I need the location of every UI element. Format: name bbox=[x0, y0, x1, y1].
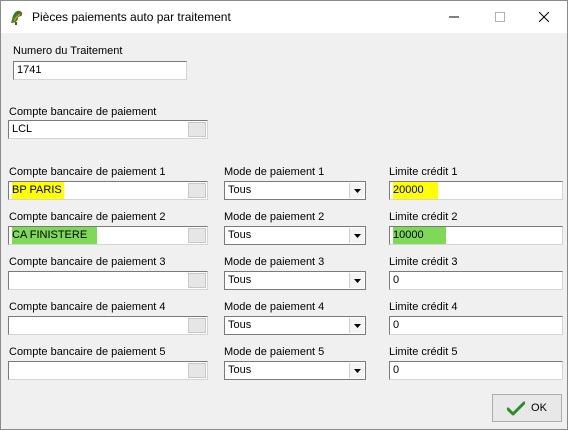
limite-2-label: Limite crédit 2 bbox=[389, 211, 458, 223]
maximize-icon bbox=[495, 12, 505, 22]
compte-4-label: Compte bancaire de paiement 4 bbox=[9, 301, 166, 313]
traitement-label: Numero du Traitement bbox=[13, 45, 123, 57]
close-icon bbox=[539, 12, 549, 22]
title-bar: Pièces paiements auto par traitement bbox=[1, 1, 567, 33]
mode-2-select[interactable]: Tous bbox=[224, 226, 366, 245]
compte-3-lookup-button[interactable] bbox=[188, 273, 206, 288]
chevron-down-icon bbox=[353, 233, 361, 238]
limite-1-input[interactable]: 20000 bbox=[389, 181, 563, 200]
tree-dragon-icon bbox=[11, 10, 23, 25]
compte-4-lookup-button[interactable] bbox=[188, 318, 206, 333]
limite-1-label: Limite crédit 1 bbox=[389, 166, 458, 178]
compte-5-input[interactable] bbox=[8, 361, 208, 380]
mode-5-value: Tous bbox=[228, 364, 252, 376]
compte-2-input[interactable]: CA FINISTERE bbox=[8, 226, 208, 245]
mode-5-dropdown-button[interactable] bbox=[349, 363, 364, 378]
compte-principal-label: Compte bancaire de paiement bbox=[9, 106, 157, 118]
maximize-button[interactable] bbox=[477, 1, 523, 33]
compte-2-label: Compte bancaire de paiement 2 bbox=[9, 211, 166, 223]
ok-button[interactable]: OK bbox=[492, 394, 562, 422]
limite-4-value: 0 bbox=[393, 319, 400, 331]
mode-2-value: Tous bbox=[228, 229, 252, 241]
limite-5-value: 0 bbox=[393, 364, 400, 376]
mode-4-label: Mode de paiement 4 bbox=[224, 301, 325, 313]
window-title: Pièces paiements auto par traitement bbox=[32, 10, 231, 24]
mode-4-value: Tous bbox=[228, 319, 252, 331]
compte-5-lookup-button[interactable] bbox=[188, 363, 206, 378]
mode-5-label: Mode de paiement 5 bbox=[224, 346, 325, 358]
limite-1-value: 20000 bbox=[393, 182, 438, 199]
compte-1-label: Compte bancaire de paiement 1 bbox=[9, 166, 166, 178]
compte-1-lookup-button[interactable] bbox=[188, 183, 206, 198]
compte-principal-input[interactable]: LCL bbox=[8, 120, 208, 139]
close-button[interactable] bbox=[521, 1, 567, 33]
limite-3-label: Limite crédit 3 bbox=[389, 256, 458, 268]
limite-2-value: 10000 bbox=[393, 227, 446, 244]
compte-3-input[interactable] bbox=[8, 271, 208, 290]
mode-2-dropdown-button[interactable] bbox=[349, 228, 364, 243]
mode-3-label: Mode de paiement 3 bbox=[224, 256, 325, 268]
compte-4-input[interactable] bbox=[8, 316, 208, 335]
limite-4-input[interactable]: 0 bbox=[389, 316, 563, 335]
compte-principal-value: LCL bbox=[12, 123, 33, 135]
compte-2-value: CA FINISTERE bbox=[12, 227, 98, 244]
mode-1-value: Tous bbox=[228, 184, 252, 196]
mode-1-select[interactable]: Tous bbox=[224, 181, 366, 200]
traitement-input[interactable]: 1741 bbox=[13, 61, 187, 80]
mode-1-dropdown-button[interactable] bbox=[349, 183, 364, 198]
minimize-icon bbox=[449, 16, 459, 18]
chevron-down-icon bbox=[353, 278, 361, 283]
mode-3-dropdown-button[interactable] bbox=[349, 273, 364, 288]
chevron-down-icon bbox=[353, 323, 361, 328]
compte-5-label: Compte bancaire de paiement 5 bbox=[9, 346, 166, 358]
mode-3-value: Tous bbox=[228, 274, 252, 286]
ok-button-label: OK bbox=[531, 402, 547, 414]
mode-5-select[interactable]: Tous bbox=[224, 361, 366, 380]
compte-3-label: Compte bancaire de paiement 3 bbox=[9, 256, 166, 268]
compte-principal-lookup-button[interactable] bbox=[188, 122, 206, 137]
limite-5-input[interactable]: 0 bbox=[389, 361, 563, 380]
mode-1-label: Mode de paiement 1 bbox=[224, 166, 325, 178]
chevron-down-icon bbox=[353, 368, 361, 373]
limite-3-value: 0 bbox=[393, 274, 400, 286]
mode-3-select[interactable]: Tous bbox=[224, 271, 366, 290]
limite-4-label: Limite crédit 4 bbox=[389, 301, 458, 313]
compte-1-value: BP PARIS bbox=[12, 182, 64, 199]
mode-4-dropdown-button[interactable] bbox=[349, 318, 364, 333]
compte-2-lookup-button[interactable] bbox=[188, 228, 206, 243]
chevron-down-icon bbox=[353, 188, 361, 193]
dialog-window: Pièces paiements auto par traitement Num… bbox=[0, 0, 568, 430]
mode-4-select[interactable]: Tous bbox=[224, 316, 366, 335]
limite-5-label: Limite crédit 5 bbox=[389, 346, 458, 358]
compte-1-input[interactable]: BP PARIS bbox=[8, 181, 208, 200]
limite-2-input[interactable]: 10000 bbox=[389, 226, 563, 245]
mode-2-label: Mode de paiement 2 bbox=[224, 211, 325, 223]
minimize-button[interactable] bbox=[431, 1, 477, 33]
limite-3-input[interactable]: 0 bbox=[389, 271, 563, 290]
traitement-value: 1741 bbox=[17, 64, 42, 76]
checkmark-icon bbox=[507, 401, 526, 415]
